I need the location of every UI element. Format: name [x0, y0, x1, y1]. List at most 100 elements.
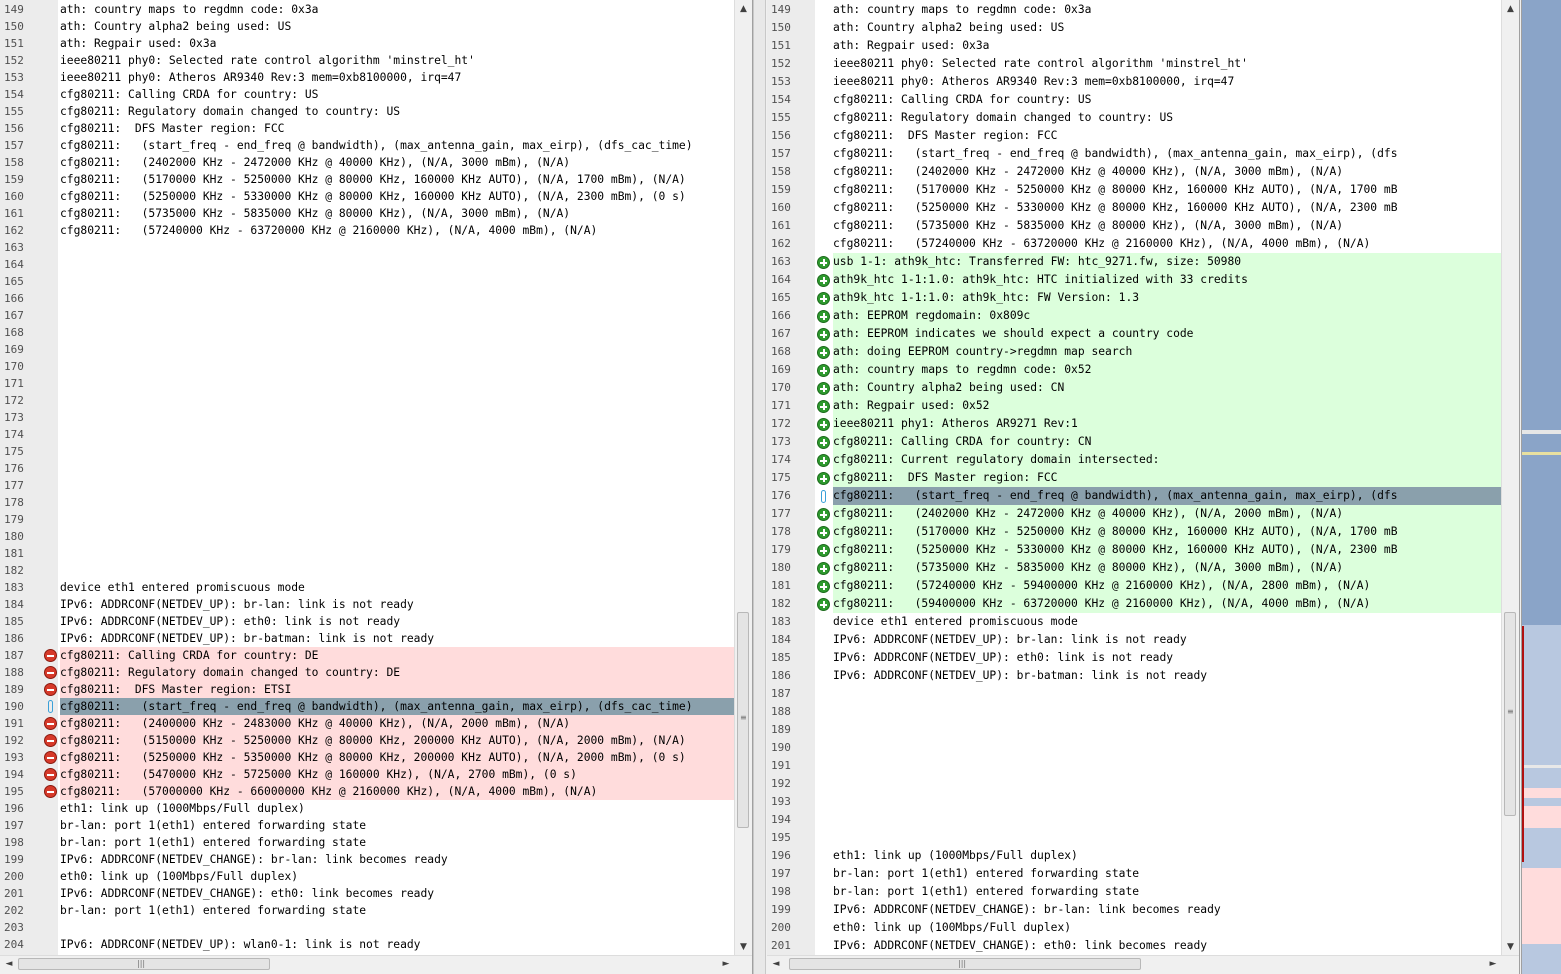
- left-horizontal-scroll-thumb[interactable]: |||: [18, 958, 270, 970]
- diff-line[interactable]: 191: [767, 757, 1501, 775]
- right-scroll-up-button[interactable]: ▲: [1502, 2, 1519, 16]
- left-vertical-scroll-thumb[interactable]: ≡: [737, 612, 749, 828]
- diff-line[interactable]: 174: [0, 426, 734, 443]
- diff-line[interactable]: 157 cfg80211: (start_freq - end_freq @ ba…: [0, 137, 734, 154]
- diff-line[interactable]: 172 ieee80211 phy1: Atheros AR9271 Rev:1: [767, 415, 1501, 433]
- diff-line[interactable]: 158 cfg80211: (2402000 KHz - 2472000 KHz …: [0, 154, 734, 171]
- left-scroll-up-button[interactable]: ▲: [735, 2, 752, 16]
- diff-line[interactable]: 196 eth1: link up (1000Mbps/Full duplex): [0, 800, 734, 817]
- diff-line[interactable]: 169: [0, 341, 734, 358]
- diff-line[interactable]: 183 device eth1 entered promiscuous mode: [767, 613, 1501, 631]
- diff-line[interactable]: 163 usb 1-1: ath9k_htc: Transferred FW: h…: [767, 253, 1501, 271]
- diff-line[interactable]: 150 ath: Country alpha2 being used: US: [767, 19, 1501, 37]
- diff-line[interactable]: 152 ieee80211 phy0: Selected rate control…: [767, 55, 1501, 73]
- diff-line[interactable]: 156 cfg80211: DFS Master region: FCC: [0, 120, 734, 137]
- diff-line[interactable]: 193: [767, 793, 1501, 811]
- diff-line[interactable]: 194: [767, 811, 1501, 829]
- diff-line[interactable]: 190: [767, 739, 1501, 757]
- diff-line[interactable]: 185 IPv6: ADDRCONF(NETDEV_UP): eth0: link…: [767, 649, 1501, 667]
- diff-line[interactable]: 149 ath: country maps to regdmn code: 0x3…: [767, 1, 1501, 19]
- left-vertical-scrollbar[interactable]: ▲ ≡ ▼: [734, 0, 752, 956]
- right-scroll-right-button[interactable]: ►: [1485, 956, 1501, 973]
- right-vertical-scroll-thumb[interactable]: ≡: [1504, 612, 1516, 816]
- diff-line[interactable]: 196 eth1: link up (1000Mbps/Full duplex): [767, 847, 1501, 865]
- right-diff-pane[interactable]: 149 ath: country maps to regdmn code: 0x3…: [767, 0, 1520, 974]
- right-horizontal-scroll-thumb[interactable]: |||: [789, 958, 1141, 970]
- diff-line[interactable]: 171: [0, 375, 734, 392]
- diff-line[interactable]: 195: [767, 829, 1501, 847]
- diff-line[interactable]: 179: [0, 511, 734, 528]
- diff-line[interactable]: 161 cfg80211: (5735000 KHz - 5835000 KHz …: [767, 217, 1501, 235]
- diff-line[interactable]: 151 ath: Regpair used: 0x3a: [0, 35, 734, 52]
- diff-line[interactable]: 188 cfg80211: Regulatory domain changed t…: [0, 664, 734, 681]
- diff-line[interactable]: 176 cfg80211: (start_freq - end_freq @ ba…: [767, 487, 1501, 505]
- diff-line[interactable]: 197 br-lan: port 1(eth1) entered forwardi…: [0, 817, 734, 834]
- diff-line[interactable]: 197 br-lan: port 1(eth1) entered forwardi…: [767, 865, 1501, 883]
- diff-line[interactable]: 189: [767, 721, 1501, 739]
- diff-line[interactable]: 199 IPv6: ADDRCONF(NETDEV_CHANGE): br-lan…: [767, 901, 1501, 919]
- diff-line[interactable]: 167: [0, 307, 734, 324]
- diff-line[interactable]: 201 IPv6: ADDRCONF(NETDEV_CHANGE): eth0: …: [767, 937, 1501, 955]
- diff-line[interactable]: 174 cfg80211: Current regulatory domain i…: [767, 451, 1501, 469]
- diff-line[interactable]: 154 cfg80211: Calling CRDA for country: U…: [767, 91, 1501, 109]
- diff-line[interactable]: 192: [767, 775, 1501, 793]
- diff-line[interactable]: 178: [0, 494, 734, 511]
- diff-line[interactable]: 155 cfg80211: Regulatory domain changed t…: [0, 103, 734, 120]
- diff-line[interactable]: 200 eth0: link up (100Mbps/Full duplex): [0, 868, 734, 885]
- diff-line[interactable]: 165: [0, 273, 734, 290]
- diff-line[interactable]: 166: [0, 290, 734, 307]
- diff-line[interactable]: 160 cfg80211: (5250000 KHz - 5330000 KHz …: [0, 188, 734, 205]
- diff-line[interactable]: 164: [0, 256, 734, 273]
- diff-line[interactable]: 201 IPv6: ADDRCONF(NETDEV_CHANGE): eth0: …: [0, 885, 734, 902]
- diff-line[interactable]: 165 ath9k_htc 1-1:1.0: ath9k_htc: FW Vers…: [767, 289, 1501, 307]
- diff-line[interactable]: 164 ath9k_htc 1-1:1.0: ath9k_htc: HTC ini…: [767, 271, 1501, 289]
- left-diff-pane[interactable]: 149 ath: country maps to regdmn code: 0x3…: [0, 0, 753, 974]
- diff-line[interactable]: 156 cfg80211: DFS Master region: FCC: [767, 127, 1501, 145]
- diff-line[interactable]: 198 br-lan: port 1(eth1) entered forwardi…: [767, 883, 1501, 901]
- diff-line[interactable]: 193 cfg80211: (5250000 KHz - 5350000 KHz …: [0, 749, 734, 766]
- diff-line[interactable]: 162 cfg80211: (57240000 KHz - 63720000 KH…: [767, 235, 1501, 253]
- diff-line[interactable]: 153 ieee80211 phy0: Atheros AR9340 Rev:3 …: [0, 69, 734, 86]
- diff-line[interactable]: 175: [0, 443, 734, 460]
- diff-line[interactable]: 177: [0, 477, 734, 494]
- diff-line[interactable]: 185 IPv6: ADDRCONF(NETDEV_UP): eth0: link…: [0, 613, 734, 630]
- diff-line[interactable]: 195 cfg80211: (57000000 KHz - 66000000 KH…: [0, 783, 734, 800]
- diff-line[interactable]: 180 cfg80211: (5735000 KHz - 5835000 KHz …: [767, 559, 1501, 577]
- diff-line[interactable]: 167 ath: EEPROM indicates we should expec…: [767, 325, 1501, 343]
- diff-line[interactable]: 187: [767, 685, 1501, 703]
- diff-overview-bar[interactable]: [1521, 0, 1561, 974]
- diff-line[interactable]: 158 cfg80211: (2402000 KHz - 2472000 KHz …: [767, 163, 1501, 181]
- pane-splitter[interactable]: [753, 0, 766, 974]
- diff-line[interactable]: 172: [0, 392, 734, 409]
- diff-line[interactable]: 178 cfg80211: (5170000 KHz - 5250000 KHz …: [767, 523, 1501, 541]
- diff-line[interactable]: 149 ath: country maps to regdmn code: 0x3…: [0, 1, 734, 18]
- right-scroll-left-button[interactable]: ◄: [768, 956, 784, 973]
- diff-line[interactable]: 194 cfg80211: (5470000 KHz - 5725000 KHz …: [0, 766, 734, 783]
- diff-line[interactable]: 154 cfg80211: Calling CRDA for country: U…: [0, 86, 734, 103]
- diff-line[interactable]: 153 ieee80211 phy0: Atheros AR9340 Rev:3 …: [767, 73, 1501, 91]
- diff-line[interactable]: 155 cfg80211: Regulatory domain changed t…: [767, 109, 1501, 127]
- diff-line[interactable]: 204 IPv6: ADDRCONF(NETDEV_UP): wlan0-1: l…: [0, 936, 734, 953]
- diff-line[interactable]: 187 cfg80211: Calling CRDA for country: D…: [0, 647, 734, 664]
- diff-line[interactable]: 200 eth0: link up (100Mbps/Full duplex): [767, 919, 1501, 937]
- diff-line[interactable]: 186 IPv6: ADDRCONF(NETDEV_UP): br-batman:…: [0, 630, 734, 647]
- diff-line[interactable]: 173 cfg80211: Calling CRDA for country: C…: [767, 433, 1501, 451]
- diff-line[interactable]: 161 cfg80211: (5735000 KHz - 5835000 KHz …: [0, 205, 734, 222]
- diff-line[interactable]: 189 cfg80211: DFS Master region: ETSI: [0, 681, 734, 698]
- diff-line[interactable]: 176: [0, 460, 734, 477]
- diff-line[interactable]: 157 cfg80211: (start_freq - end_freq @ ba…: [767, 145, 1501, 163]
- diff-line[interactable]: 186 IPv6: ADDRCONF(NETDEV_UP): br-batman:…: [767, 667, 1501, 685]
- left-scroll-right-button[interactable]: ►: [718, 956, 734, 973]
- diff-line[interactable]: 192 cfg80211: (5150000 KHz - 5250000 KHz …: [0, 732, 734, 749]
- diff-line[interactable]: 184 IPv6: ADDRCONF(NETDEV_UP): br-lan: li…: [767, 631, 1501, 649]
- diff-line[interactable]: 168 ath: doing EEPROM country->regdmn map…: [767, 343, 1501, 361]
- diff-line[interactable]: 199 IPv6: ADDRCONF(NETDEV_CHANGE): br-lan…: [0, 851, 734, 868]
- diff-line[interactable]: 150 ath: Country alpha2 being used: US: [0, 18, 734, 35]
- diff-line[interactable]: 159 cfg80211: (5170000 KHz - 5250000 KHz …: [767, 181, 1501, 199]
- diff-line[interactable]: 198 br-lan: port 1(eth1) entered forwardi…: [0, 834, 734, 851]
- diff-line[interactable]: 162 cfg80211: (57240000 KHz - 63720000 KH…: [0, 222, 734, 239]
- diff-line[interactable]: 190 cfg80211: (start_freq - end_freq @ ba…: [0, 698, 734, 715]
- diff-line[interactable]: 182 cfg80211: (59400000 KHz - 63720000 KH…: [767, 595, 1501, 613]
- diff-line[interactable]: 171 ath: Regpair used: 0x52: [767, 397, 1501, 415]
- diff-line[interactable]: 182: [0, 562, 734, 579]
